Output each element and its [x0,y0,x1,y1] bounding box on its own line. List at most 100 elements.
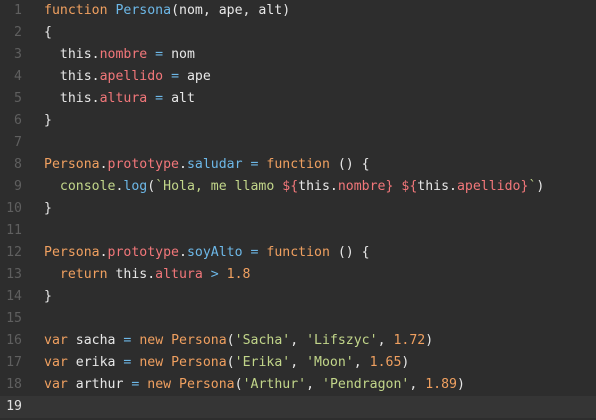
code-token-plain: ) [425,333,434,348]
code-line[interactable]: 12 Persona.prototype.soyAlto = function (… [0,242,596,264]
code-line[interactable]: 2{ [0,22,596,44]
code-token-op: = [171,69,180,84]
line-code[interactable]: function Persona(nom, ape, alt) [44,0,290,22]
code-editor[interactable]: 1 function Persona(nom, ape, alt) 2{3 this… [0,0,596,420]
code-token-plain: } [44,201,52,216]
line-code[interactable]: this.altura = alt [44,88,195,110]
code-token-plain: ) [401,355,410,370]
code-token-plain: alt [163,91,195,106]
code-token-func: soyAlto [186,245,243,260]
line-code[interactable]: var erika = new Persona('Erika', 'Moon',… [44,352,409,374]
code-token-plain: this. [417,179,457,194]
code-token-plain: ) [536,179,545,194]
code-line[interactable]: 14} [0,286,596,308]
line-number: 10 [6,201,22,216]
code-token-plain: , [290,333,307,348]
code-line[interactable]: 5 this.altura = alt [0,88,596,110]
code-line[interactable]: 3 this.nombre = nom [0,44,596,66]
code-token-keyword: new [147,377,172,392]
line-number: 5 [14,91,22,106]
line-number: 11 [6,223,22,238]
code-token-keyword: new [139,355,164,370]
code-token-prop: altura [99,91,148,106]
code-token-plain: . [99,157,108,172]
code-token-op: > [210,267,219,282]
code-token-plain: this. [44,47,100,62]
line-code[interactable]: } [44,198,52,220]
code-line[interactable]: 9 console.log(`Hola, me llamo ${this.nom… [0,176,596,198]
code-token-keyword: function [266,157,330,172]
code-token-number: 1.8 [226,267,251,282]
code-token-plain: } [44,113,52,128]
line-code[interactable]: } [44,286,52,308]
code-token-plain: this. [44,69,100,84]
line-code[interactable]: this.nombre = nom [44,44,195,66]
code-token-number: 1.65 [369,355,402,370]
code-token-class: Persona [179,377,235,392]
code-token-class: Persona [44,245,100,260]
line-number: 13 [6,267,22,282]
code-token-plain: , [306,377,322,392]
code-token-interp: ${ [401,179,418,194]
code-line[interactable]: 8 Persona.prototype.saludar = function ()… [0,154,596,176]
line-code[interactable]: this.apellido = ape [44,66,211,88]
code-token-string: 'Pendragon' [322,377,410,392]
code-token-plain: ( [226,355,235,370]
code-line[interactable]: 10} [0,198,596,220]
code-token-class: Persona [171,333,227,348]
line-number: 8 [14,157,22,172]
code-token-func: Persona [115,3,172,18]
code-line[interactable]: 19 [0,396,596,418]
code-token-plain: , [377,333,394,348]
code-token-keyword: function [266,245,330,260]
line-code[interactable]: var arthur = new Persona('Arthur', 'Pend… [44,374,465,396]
code-token-number: 1.72 [393,333,426,348]
code-token-plain: sacha [67,333,124,348]
code-line[interactable]: 7 [0,132,596,154]
line-number: 9 [14,179,22,194]
line-number: 3 [14,47,22,62]
line-code[interactable]: var sacha = new Persona('Sacha', 'Lifszy… [44,330,433,352]
code-token-prop: prototype [107,157,179,172]
code-line[interactable]: 13 return this.altura > 1.8 [0,264,596,286]
code-line[interactable]: 11 [0,220,596,242]
code-token-plain: , [353,355,370,370]
line-number: 1 [14,3,22,18]
line-code[interactable]: { [44,22,52,44]
code-token-plain: arthur [67,377,132,392]
code-token-keyword: var [44,355,68,370]
line-number: 19 [6,399,22,414]
code-token-plain: () { [329,157,370,172]
code-token-plain: { [44,25,52,40]
code-token-plain: } [44,289,52,304]
code-token-plain: , [409,377,426,392]
code-token-plain: this. [298,179,338,194]
line-code[interactable]: } [44,110,52,132]
line-number: 18 [6,377,22,392]
line-code[interactable]: Persona.prototype.saludar = function () … [44,154,370,176]
code-token-keyword: var [44,377,68,392]
code-token-plain: ) [457,377,465,392]
code-line[interactable]: 18 var arthur = new Persona('Arthur', 'Pe… [0,374,596,396]
line-code[interactable]: Persona.prototype.soyAlto = function () … [44,242,370,264]
line-number: 6 [14,113,22,128]
line-code[interactable]: return this.altura > 1.8 [44,264,251,286]
code-token-class: Persona [171,355,227,370]
code-token-func: log [123,179,148,194]
code-line[interactable]: 15 [0,308,596,330]
code-token-keyword: new [139,333,164,348]
code-token-keyword: return [59,267,108,282]
code-line[interactable]: 6} [0,110,596,132]
code-line[interactable]: 16 var sacha = new Persona('Sacha', 'Lifs… [0,330,596,352]
code-token-prop: prototype [107,245,179,260]
code-line[interactable]: 17 var erika = new Persona('Erika', 'Moon… [0,352,596,374]
code-line[interactable]: 1 function Persona(nom, ape, alt) [0,0,596,22]
code-line[interactable]: 4 this.apellido = ape [0,66,596,88]
line-code[interactable]: console.log(`Hola, me llamo ${this.nombr… [44,176,544,198]
